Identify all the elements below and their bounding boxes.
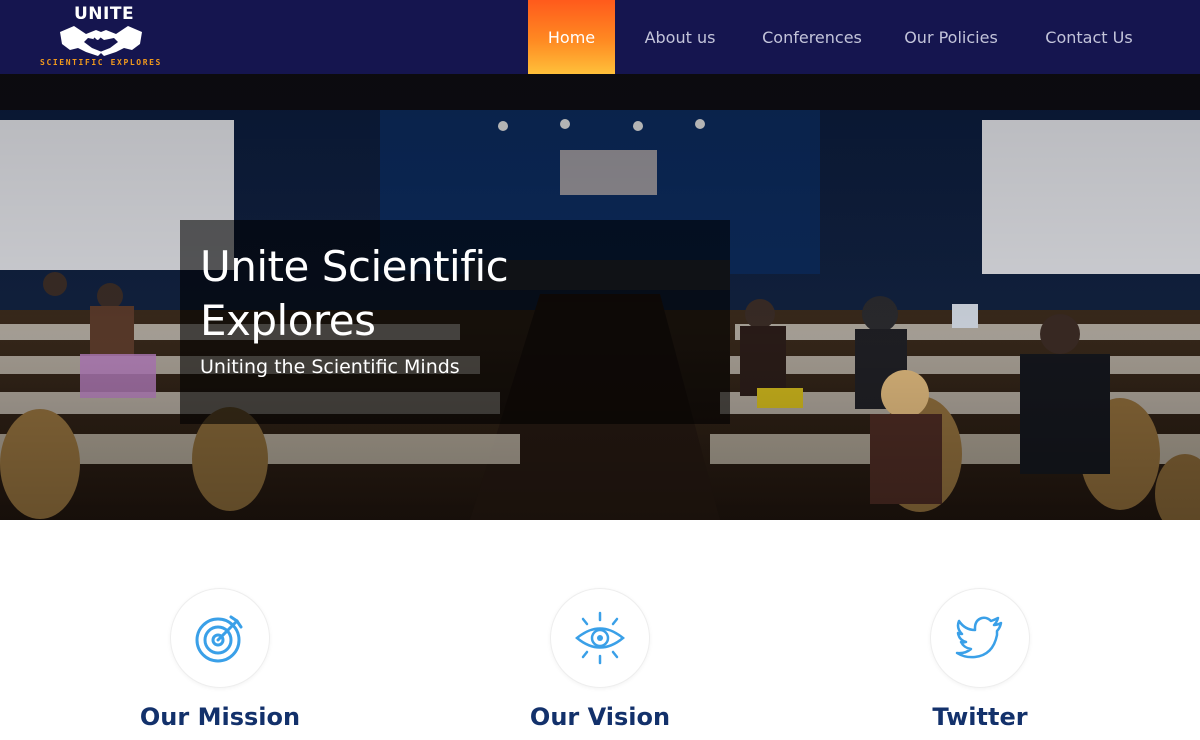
nav-about-us[interactable]: About us xyxy=(615,0,745,74)
site-header: UNITE SCIENTIFIC EXPLORES Home About us … xyxy=(0,0,1200,74)
feature-mission-circle[interactable] xyxy=(170,588,270,688)
feature-vision: Our Vision xyxy=(450,520,750,740)
feature-mission-title: Our Mission xyxy=(139,703,301,731)
handshake-icon xyxy=(60,26,142,56)
hero-subtitle: Uniting the Scientific Minds xyxy=(200,356,460,378)
feature-twitter-circle[interactable] xyxy=(930,588,1030,688)
nav-conferences[interactable]: Conferences xyxy=(745,0,879,74)
feature-vision-title: Our Vision xyxy=(529,703,671,731)
logo-tagline: SCIENTIFIC EXPLORES xyxy=(40,58,162,67)
main-nav: Home About us Conferences Our Policies C… xyxy=(528,0,1155,74)
logo-word: UNITE xyxy=(74,4,135,24)
site-logo[interactable]: UNITE SCIENTIFIC EXPLORES xyxy=(38,4,164,70)
hero-section: Unite Scientific Explores Uniting the Sc… xyxy=(0,74,1200,520)
nav-contact-us[interactable]: Contact Us xyxy=(1023,0,1155,74)
feature-mission: Our Mission xyxy=(70,520,370,740)
nav-home[interactable]: Home xyxy=(528,0,615,74)
feature-twitter-title: Twitter xyxy=(932,703,1028,731)
target-icon xyxy=(195,615,243,663)
twitter-icon xyxy=(955,616,1003,659)
hero-title-line1: Unite Scientific xyxy=(200,242,509,291)
feature-twitter: Twitter xyxy=(830,520,1130,740)
hero-caption-box: Unite Scientific Explores Uniting the Sc… xyxy=(180,220,730,424)
hero-title-line2: Explores xyxy=(200,296,376,345)
nav-our-policies[interactable]: Our Policies xyxy=(879,0,1023,74)
hero-title: Unite Scientific Explores xyxy=(200,240,700,348)
eye-icon xyxy=(575,611,625,665)
feature-vision-circle[interactable] xyxy=(550,588,650,688)
features-section: Our Mission Our Vision Twitter xyxy=(0,520,1200,740)
